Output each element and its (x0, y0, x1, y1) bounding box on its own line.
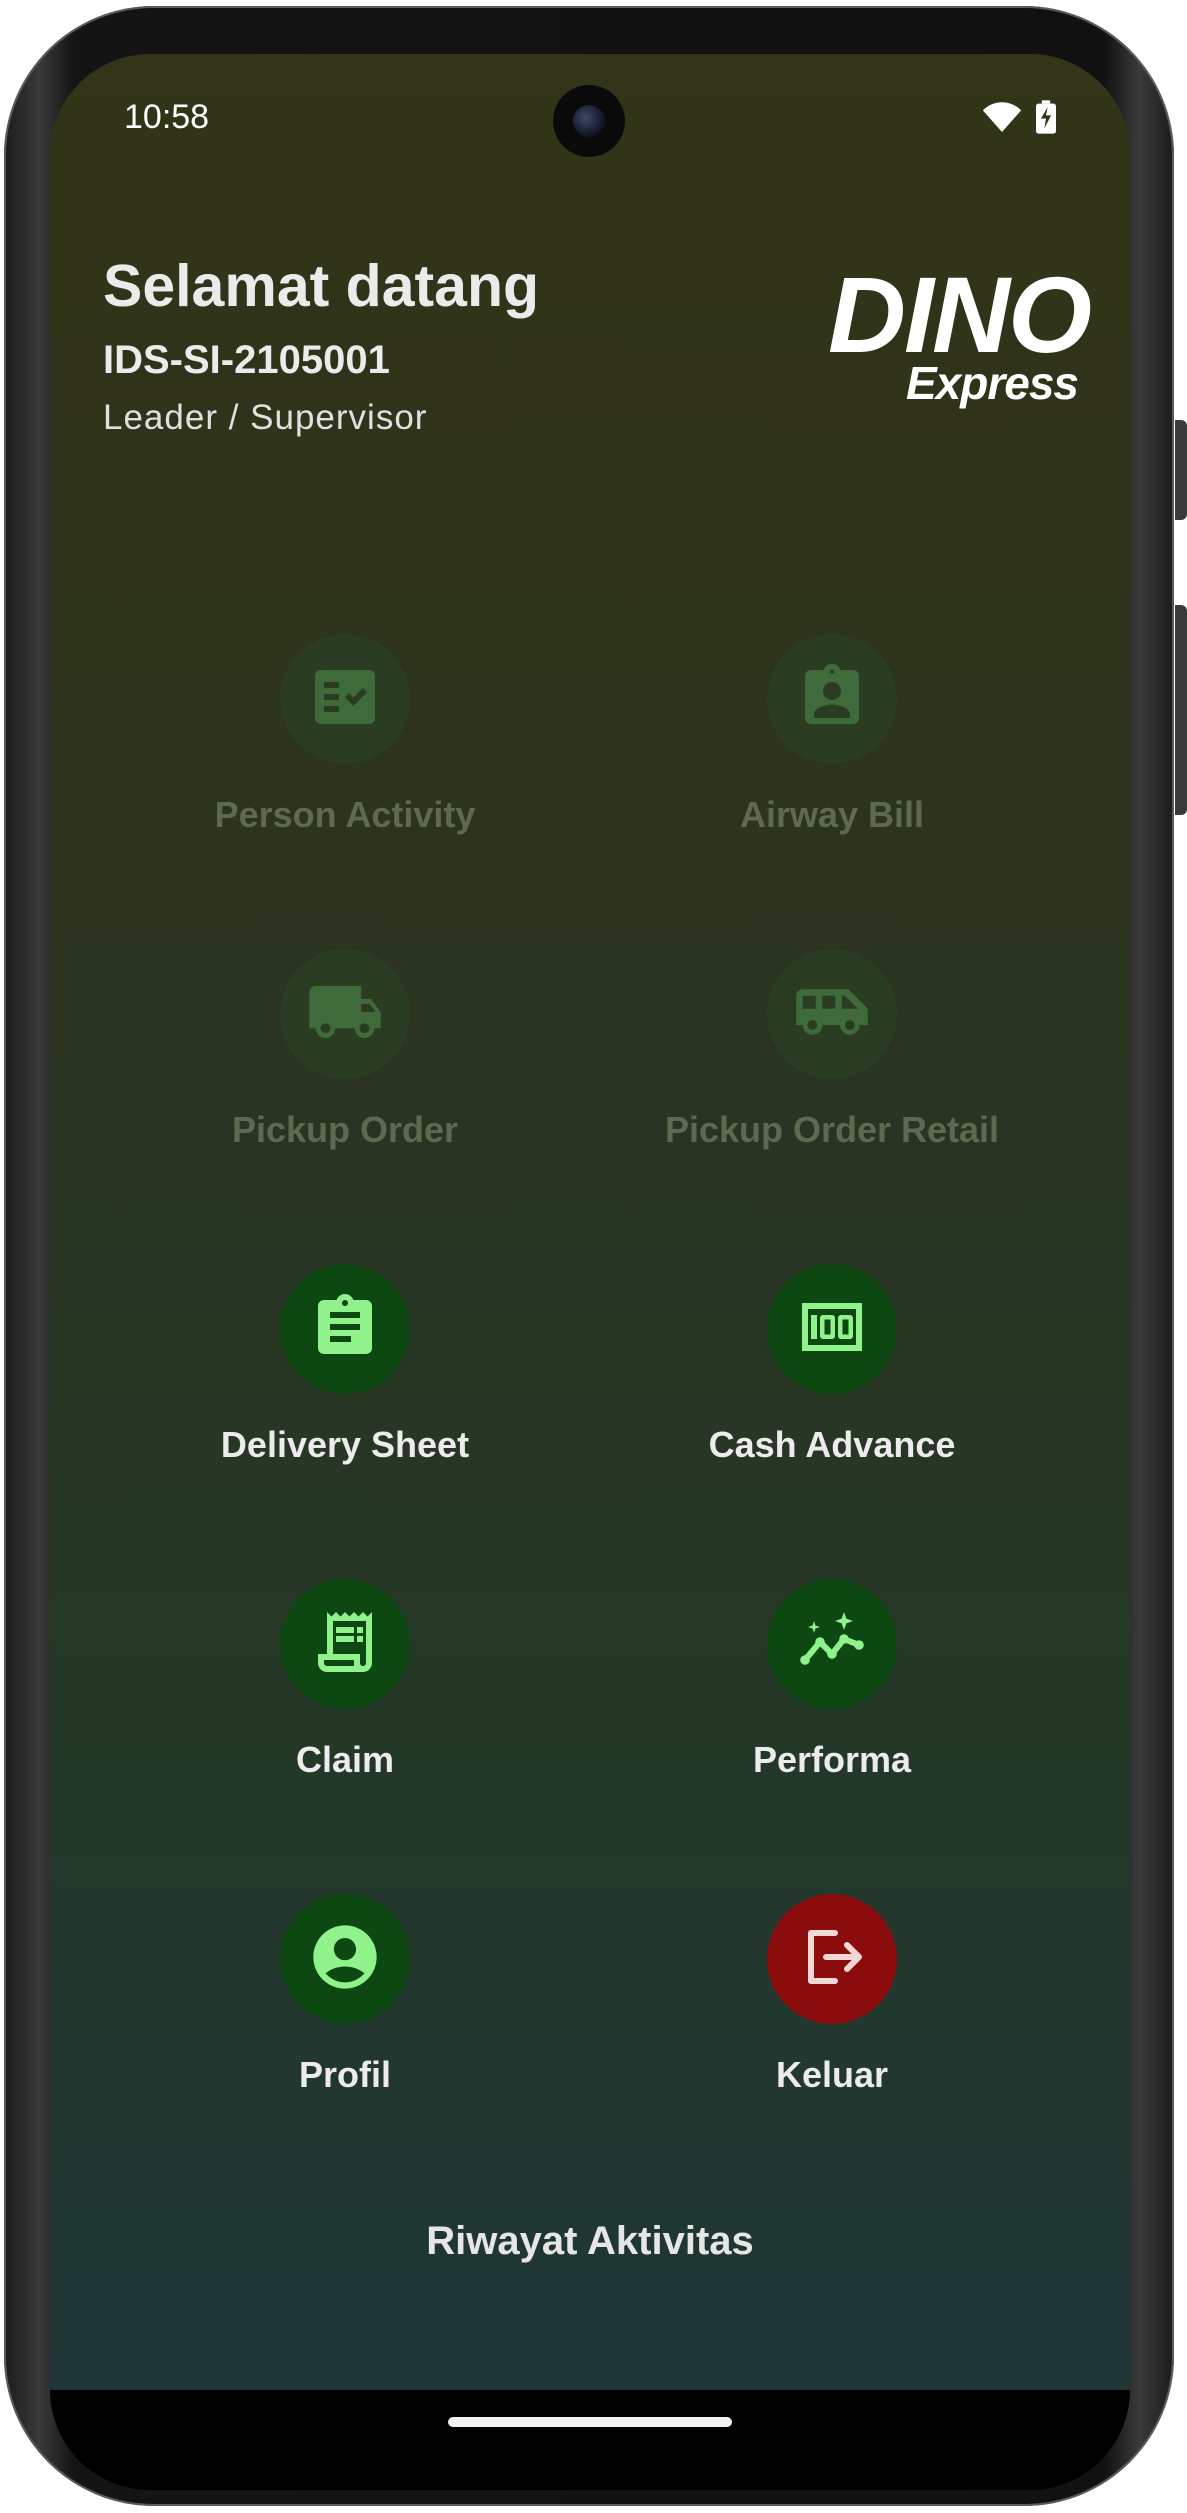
navigation-bar (50, 2390, 1130, 2490)
menu-label: Performa (752, 1739, 912, 1780)
menu-circle (767, 1579, 897, 1709)
menu-pickup-order-retail[interactable]: Pickup Order Retail (602, 949, 1062, 1169)
battery-charging-icon (1036, 100, 1056, 139)
menu-circle (280, 949, 410, 1079)
menu-label: Keluar (775, 2054, 889, 2095)
id-badge-icon (796, 661, 868, 738)
menu-circle (767, 634, 897, 764)
side-button-power (1175, 420, 1187, 520)
menu-label: Airway Bill (739, 794, 925, 835)
truck-icon (306, 973, 384, 1056)
front-camera (553, 85, 625, 157)
menu-airway-bill[interactable]: Airway Bill (602, 634, 1062, 854)
dino-express-logo: DINO Express (815, 254, 1092, 407)
menu-keluar[interactable]: Keluar (602, 1894, 1062, 2114)
side-button-volume (1175, 605, 1187, 815)
status-time: 10:58 (124, 98, 210, 136)
user-role: Leader / Supervisor (103, 398, 428, 437)
app-screen: 10:58 Selamat datang IDS-SI-2105001 Lead… (50, 54, 1130, 2390)
menu-label: Claim (295, 1739, 395, 1780)
logo-main-text: DINO (828, 254, 1092, 375)
menu-circle (767, 949, 897, 1079)
menu-delivery-sheet[interactable]: Delivery Sheet (115, 1264, 575, 1484)
menu-circle (280, 634, 410, 764)
home-indicator[interactable] (448, 2417, 732, 2427)
activity-history-link[interactable]: Riwayat Aktivitas (50, 2219, 1130, 2264)
trending-icon (796, 1606, 868, 1683)
menu-label: Cash Advance (708, 1424, 956, 1465)
money-icon (796, 1291, 868, 1368)
menu-label: Delivery Sheet (220, 1424, 470, 1465)
menu-cash-advance[interactable]: Cash Advance (602, 1264, 1062, 1484)
van-icon (793, 973, 871, 1056)
user-id: IDS-SI-2105001 (103, 338, 390, 382)
menu-label: Pickup Order (231, 1109, 459, 1150)
menu-label: Profil (298, 2054, 391, 2095)
wifi-icon (982, 100, 1022, 139)
menu-circle (280, 1579, 410, 1709)
logout-icon (796, 1921, 868, 1998)
menu-pickup-order[interactable]: Pickup Order (115, 949, 575, 1169)
menu-claim[interactable]: Claim (115, 1579, 575, 1799)
checklist-icon (309, 661, 381, 738)
menu-circle (280, 1894, 410, 2024)
menu-label: Pickup Order Retail (664, 1109, 1000, 1150)
menu-profil[interactable]: Profil (115, 1894, 575, 2114)
clipboard-icon (309, 1291, 381, 1368)
menu-circle (767, 1894, 897, 2024)
menu-label: Person Activity (214, 794, 476, 835)
account-icon (307, 1919, 383, 2000)
menu-circle (767, 1264, 897, 1394)
receipt-icon (309, 1606, 381, 1683)
phone-device: 10:58 Selamat datang IDS-SI-2105001 Lead… (0, 0, 1187, 2513)
status-icons (982, 100, 1056, 139)
menu-circle (280, 1264, 410, 1394)
menu-person-activity[interactable]: Person Activity (115, 634, 575, 854)
greeting-title: Selamat datang (103, 253, 540, 319)
menu-performa[interactable]: Performa (602, 1579, 1062, 1799)
